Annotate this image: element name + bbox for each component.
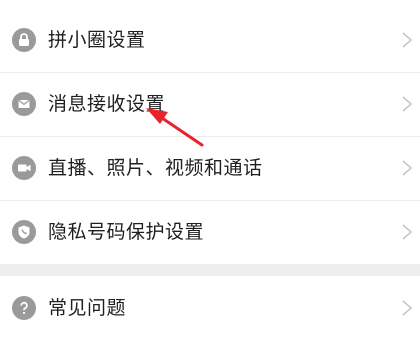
chevron-right-icon [402,224,413,240]
question-icon [12,296,36,320]
video-camera-icon [12,156,36,180]
settings-item-label: 隐私号码保护设置 [48,221,205,243]
settings-item-label: 拼小圈设置 [48,29,146,51]
section-divider [0,264,420,276]
chevron-right-icon [402,32,413,48]
lock-icon [12,28,36,52]
shield-phone-icon [12,220,36,244]
help-item-label: 常见问题 [48,297,127,319]
mail-icon [12,92,36,116]
help-item-faq[interactable]: 常见问题 [0,276,420,340]
settings-item-pinxiaoquan[interactable]: 拼小圈设置 [0,8,420,72]
chevron-right-icon [402,96,413,112]
settings-item-message-receive[interactable]: 消息接收设置 [0,72,420,136]
settings-item-label: 直播、照片、视频和通话 [48,157,263,179]
help-list: 常见问题 [0,276,420,340]
settings-item-live-photo-video-call[interactable]: 直播、照片、视频和通话 [0,136,420,200]
settings-list: 拼小圈设置 消息接收设置 直播、照片、视频和通话 隐私号码保护设置 [0,8,420,264]
chevron-right-icon [402,160,413,176]
settings-item-label: 消息接收设置 [48,93,166,115]
chevron-right-icon [402,300,413,316]
settings-item-privacy-number[interactable]: 隐私号码保护设置 [0,200,420,264]
